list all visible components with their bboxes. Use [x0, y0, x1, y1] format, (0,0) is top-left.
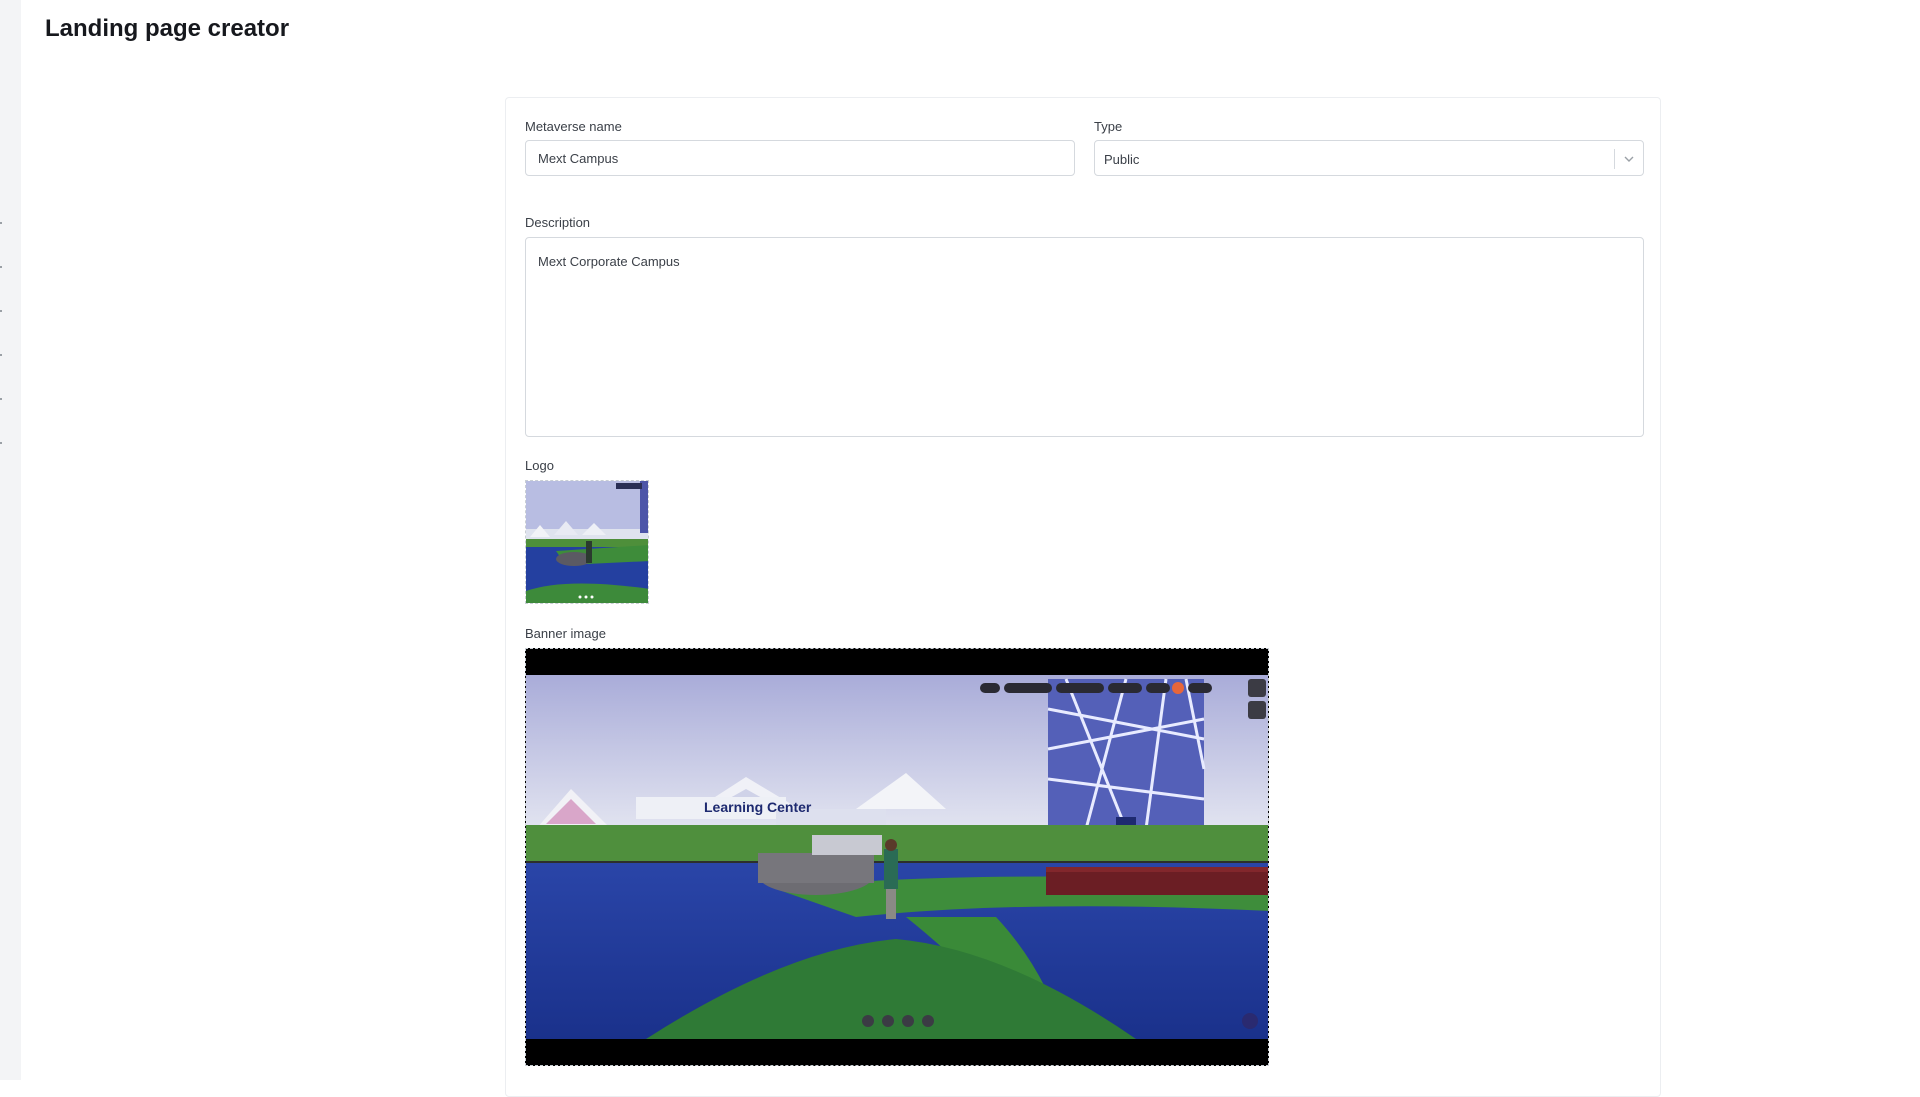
sidebar-marker — [0, 354, 2, 356]
select-separator — [1614, 149, 1615, 169]
type-select-value: Public — [1104, 152, 1140, 167]
logo-image — [526, 481, 648, 603]
page-title: Landing page creator — [45, 15, 290, 42]
sidebar-marker — [0, 398, 2, 400]
chevron-down-icon[interactable] — [1623, 154, 1635, 164]
metaverse-name-input[interactable] — [525, 140, 1075, 176]
banner-image: Learning Center — [526, 649, 1268, 1065]
description-label: Description — [525, 215, 591, 230]
sidebar-marker — [0, 310, 2, 312]
learning-center-sign: Learning Center — [704, 799, 812, 815]
left-sidebar-strip — [0, 0, 21, 1080]
metaverse-name-label: Metaverse name — [525, 119, 622, 134]
logo-upload[interactable] — [525, 480, 649, 604]
type-label: Type — [1094, 119, 1123, 134]
description-textarea[interactable]: Mext Corporate Campus — [525, 237, 1644, 437]
type-select[interactable]: Public — [1094, 140, 1644, 176]
banner-image-label: Banner image — [525, 626, 606, 641]
sidebar-marker — [0, 222, 2, 224]
sidebar-marker — [0, 442, 2, 444]
sidebar-marker — [0, 266, 2, 268]
logo-label: Logo — [525, 458, 554, 473]
banner-upload[interactable]: Learning Center — [525, 648, 1269, 1066]
